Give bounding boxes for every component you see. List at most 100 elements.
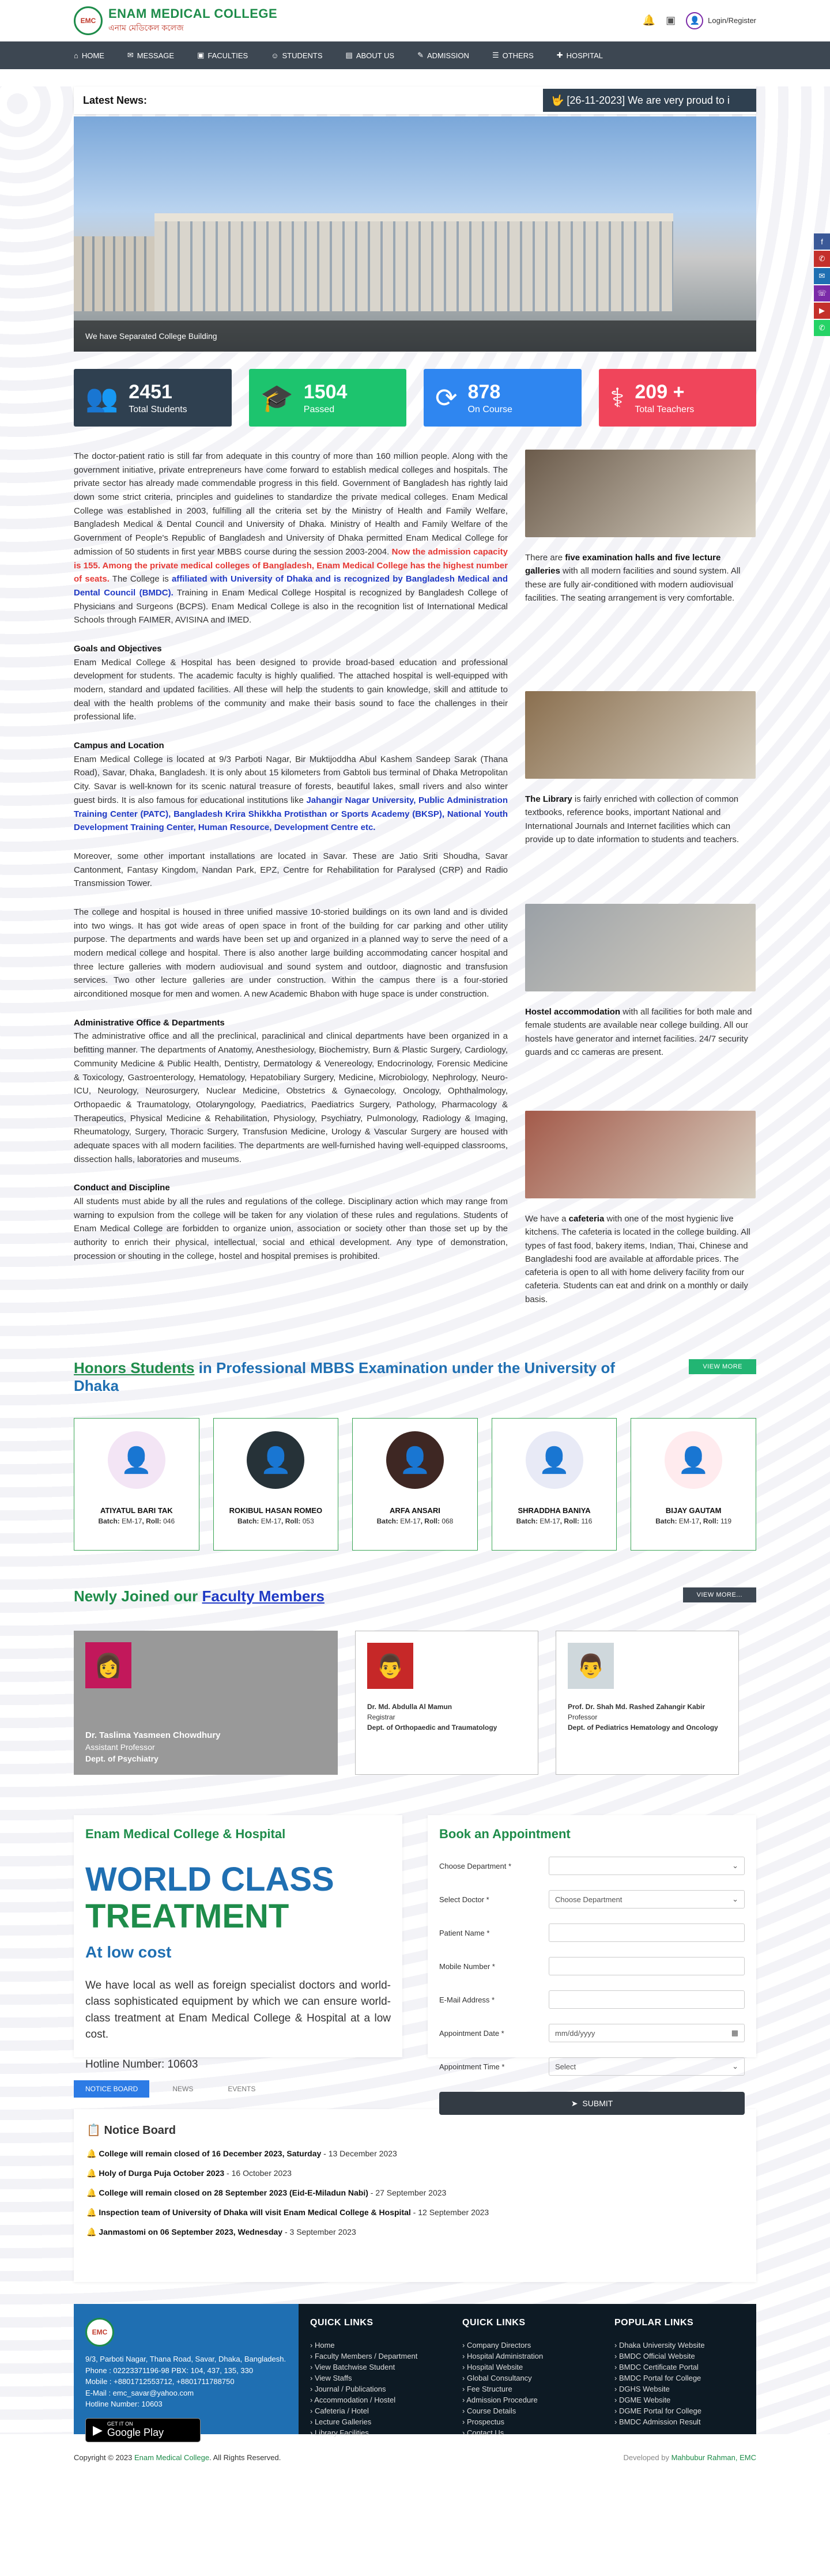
footer-link[interactable]: › Fee Structure (462, 2385, 591, 2393)
nav-item-others[interactable]: ☰ OTHERS (492, 51, 534, 60)
footer-link[interactable]: › Cafeteria / Hotel (310, 2407, 439, 2415)
footer-link[interactable]: › Global Consultancy (462, 2374, 591, 2382)
stat-label: Total Teachers (635, 404, 695, 414)
footer-link[interactable]: › Lecture Galleries (310, 2417, 439, 2426)
nav-item-message[interactable]: ✉ MESSAGE (127, 51, 174, 60)
field-input[interactable]: Choose Department ⌄ (549, 1890, 745, 1909)
submit-button[interactable]: ➤ SUBMIT (439, 2092, 745, 2115)
honors-view-more-button[interactable]: VIEW MORE (689, 1359, 756, 1374)
footer-link[interactable]: › BMDC Certificate Portal (614, 2363, 745, 2371)
student-card[interactable]: 👤 SHRADDHA BANIYA Batch: EM-17, Roll: 116 (491, 1418, 617, 1551)
field-input[interactable] (549, 1957, 745, 1976)
site-logo[interactable]: EMC ENAM MEDICAL COLLEGE এনাম মেডিকেল কল… (74, 6, 277, 35)
nav-item-about-us[interactable]: ▤ ABOUT US (346, 51, 395, 60)
notice-item[interactable]: 🔔 Inspection team of University of Dhaka… (86, 2208, 744, 2217)
notice-item[interactable]: 🔔 College will remain closed of 16 Decem… (86, 2149, 744, 2159)
footer-link[interactable]: › DGME Portal for College (614, 2407, 745, 2415)
student-card[interactable]: 👤 ROKIBUL HASAN ROMEO Batch: EM-17, Roll: … (213, 1418, 339, 1551)
student-card[interactable]: 👤 ATIYATUL BARI TAK Batch: EM-17, Roll: 04… (74, 1418, 199, 1551)
field-input[interactable]: mm/dd/yyyy ▦ (549, 2024, 745, 2043)
field-input[interactable] (549, 1990, 745, 2009)
google-play-badge[interactable]: ▶ GET IT ON Google Play (85, 2417, 201, 2442)
cart-icon[interactable]: ▣ (666, 14, 676, 27)
about-section: The doctor-patient ratio is still far fr… (74, 450, 756, 1330)
faculty-title-b[interactable]: Faculty Members (202, 1587, 325, 1605)
footer-link[interactable]: › Dhaka University Website (614, 2341, 745, 2349)
youtube-icon[interactable]: ▶ (814, 303, 830, 319)
footer-link[interactable]: › Hospital Administration (462, 2352, 591, 2360)
nav-label: ABOUT US (356, 51, 395, 60)
faculty-card-featured[interactable]: 👩 Dr. Taslima Yasmeen Chowdhury Assistan… (74, 1631, 338, 1775)
field-label: Mobile Number * (439, 1962, 495, 1971)
faculty-card[interactable]: 👨 Prof. Dr. Shah Md. Rashed Zahangir Kab… (556, 1631, 739, 1775)
student-card[interactable]: 👤 ARFA ANSARI Batch: EM-17, Roll: 068 (352, 1418, 478, 1551)
footer-link-label: Accommodation / Hostel (314, 2396, 396, 2405)
notice-title: College will remain closed of 16 Decembe… (99, 2149, 322, 2159)
footer-link[interactable]: › View Staffs (310, 2374, 439, 2382)
footer-link[interactable]: › Library Facilities (310, 2428, 439, 2437)
stat-icon: 🎓 (260, 382, 293, 413)
facility-text: There are five examination halls and fiv… (525, 551, 756, 605)
student-card[interactable]: 👤 BIJAY GAUTAM Batch: EM-17, Roll: 119 (631, 1418, 756, 1551)
tab-news[interactable]: NEWS (161, 2080, 205, 2098)
faculty-card[interactable]: 👨 Dr. Md. Abdulla Al Mamun Registrar Dep… (355, 1631, 538, 1775)
nav-item-hospital[interactable]: ✚ HOSPITAL (557, 51, 603, 60)
news-ticker[interactable]: 🤟 [26-11-2023] We are very proud to i (543, 89, 756, 112)
footer-link-label: Library Facilities (314, 2428, 369, 2438)
footer-link[interactable]: › Company Directors (462, 2341, 591, 2349)
bell-icon[interactable]: 🔔 (643, 14, 655, 27)
nav-item-students[interactable]: ☺ STUDENTS (271, 51, 322, 60)
footer-link[interactable]: › BMDC Portal for College (614, 2374, 745, 2382)
roll-label: , Roll: (142, 1517, 164, 1526)
footer-link-label: Home (314, 2341, 335, 2350)
roll-label: , Roll: (699, 1517, 720, 1526)
footer-link[interactable]: › Home (310, 2341, 439, 2349)
nav-item-home[interactable]: ⌂ HOME (74, 51, 104, 60)
intro-paragraph: The doctor-patient ratio is still far fr… (74, 450, 508, 627)
copyright-link[interactable]: Enam Medical College (134, 2453, 209, 2462)
faculty-view-more-button[interactable]: VIEW MORE... (682, 1587, 756, 1603)
faculty-name: Dr. Md. Abdulla Al Mamun (367, 1703, 452, 1711)
nav-item-admission[interactable]: ✎ ADMISSION (417, 51, 469, 60)
footer-link[interactable]: › BMDC Official Website (614, 2352, 745, 2360)
notice-item[interactable]: 🔔 Holy of Durga Puja October 2023 - 16 O… (86, 2168, 744, 2178)
footer-col-2: QUICK LINKS › Company Directors › Hospital… (451, 2304, 603, 2437)
footer-link[interactable]: › Admission Procedure (462, 2396, 591, 2404)
tab-events[interactable]: EVENTS (216, 2080, 267, 2098)
whatsapp-icon[interactable]: ✆ (814, 320, 830, 336)
mail-icon[interactable]: ✉ (814, 268, 830, 284)
campus-heading: Campus and Location (74, 741, 164, 751)
footer-link[interactable]: › Faculty Members / Department (310, 2352, 439, 2360)
notice-item[interactable]: 🔔 College will remain closed on 28 Septe… (86, 2188, 744, 2198)
notice-item[interactable]: 🔔 Janmastomi on 06 September 2023, Wedne… (86, 2227, 744, 2237)
send-icon: ➤ (571, 2098, 578, 2108)
nav-item-faculties[interactable]: ▣ FACULTIES (197, 51, 248, 60)
buildings-paragraph: The college and hospital is housed in th… (74, 907, 508, 1000)
dev-name-link[interactable]: Mahbubur Rahman, EMC (671, 2453, 756, 2462)
footer-link[interactable]: › DGME Website (614, 2396, 745, 2404)
footer-link[interactable]: › Accommodation / Hostel (310, 2396, 439, 2404)
field-input[interactable] (549, 1923, 745, 1943)
facebook-icon[interactable]: f (814, 233, 830, 250)
nav-icon: ▤ (345, 51, 353, 59)
stat-value: 2451 (129, 380, 172, 403)
footer-link[interactable]: › Journal / Publications (310, 2385, 439, 2393)
phone-icon[interactable]: ✆ (814, 251, 830, 267)
footer-link[interactable]: › Contact Us (462, 2428, 591, 2437)
footer-link[interactable]: › Hospital Website (462, 2363, 591, 2371)
field-input[interactable]: ⌄ (549, 1857, 745, 1876)
field-input[interactable]: Select ⌄ (549, 2057, 745, 2076)
footer-link[interactable]: › BMDC Admission Result (614, 2417, 745, 2426)
viber-icon[interactable]: ☏ (814, 285, 830, 301)
stat-card: ⚕ 209 + Total Teachers (598, 369, 756, 427)
footer-link[interactable]: › View Batchwise Student (310, 2363, 439, 2371)
footer-link[interactable]: › Prospectus (462, 2417, 591, 2426)
login-register-link[interactable]: 👤 Login/Register (686, 12, 756, 29)
facility-bold: The Library (525, 794, 572, 804)
goals-paragraph: Enam Medical College & Hospital has been… (74, 657, 508, 722)
footer-link[interactable]: › Course Details (462, 2407, 591, 2415)
hero-slider[interactable]: We have Separated College Building (74, 116, 756, 352)
footer-link[interactable]: › DGHS Website (614, 2385, 745, 2393)
footer-contact: EMC 9/3, Parboti Nagar, Thana Road, Sava… (74, 2304, 299, 2442)
tab-notice-board[interactable]: NOTICE BOARD (74, 2080, 150, 2098)
